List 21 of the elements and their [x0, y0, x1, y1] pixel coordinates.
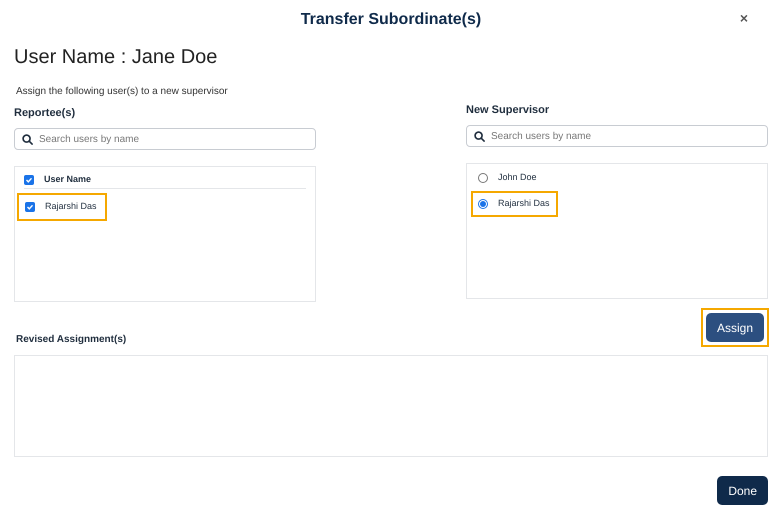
section-label: Reportee(s) — [14, 106, 76, 119]
user-name: Rajarshi Das — [45, 200, 97, 214]
assign-button[interactable]: Assign — [706, 313, 764, 342]
close-button[interactable]: × — [740, 8, 748, 29]
checkbox[interactable] — [25, 202, 35, 212]
done-button[interactable]: Done — [717, 476, 768, 505]
search-field[interactable]: Search users by name — [466, 125, 768, 147]
column-header: User Name — [44, 172, 92, 186]
checkbox[interactable] — [24, 174, 34, 184]
search-icon — [22, 134, 33, 145]
dialog-title: Transfer Subordinate(s) — [300, 10, 482, 30]
supervisor-name: John Doe — [498, 171, 537, 184]
section-label: New Supervisor — [466, 103, 550, 116]
radio-button[interactable] — [478, 173, 488, 183]
user-heading: User Name : Jane Doe — [14, 45, 218, 70]
instruction-text: Assign the following user(s) to a new supervisor — [16, 85, 229, 99]
radio-button[interactable] — [478, 199, 488, 209]
section-label: Revised Assignment(s) — [16, 333, 128, 347]
supervisor-name: Rajarshi Das — [498, 197, 550, 210]
search-field[interactable]: Search users by name — [14, 128, 316, 150]
search-icon — [474, 131, 485, 142]
